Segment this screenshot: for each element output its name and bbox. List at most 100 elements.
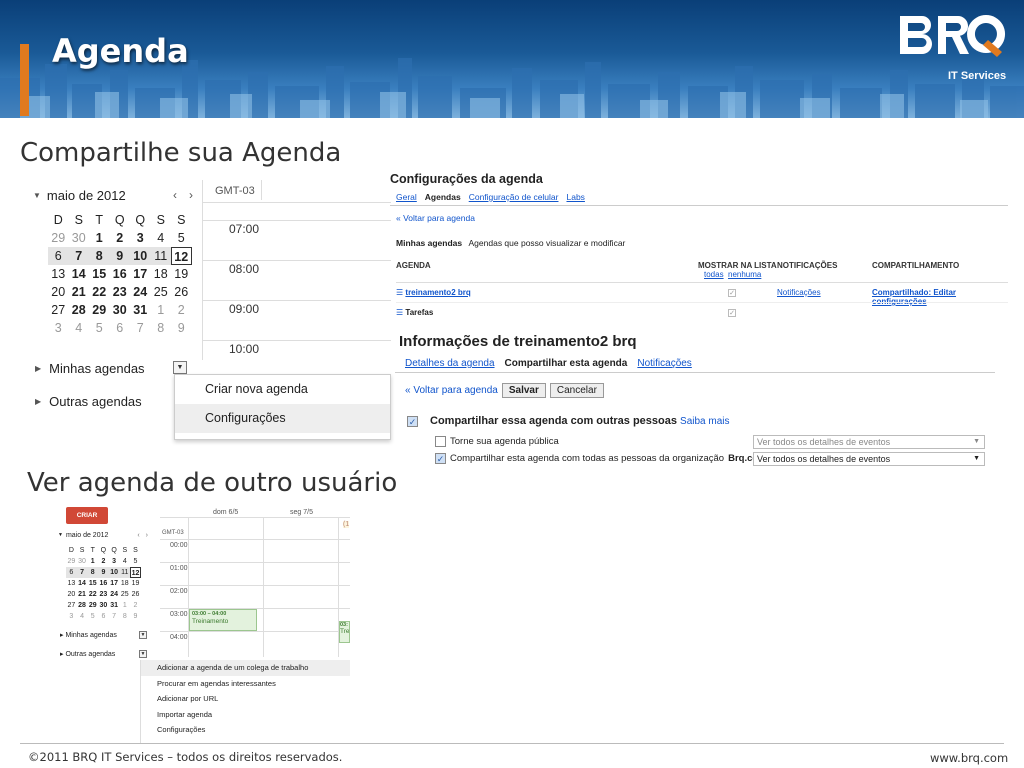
show-none-link[interactable]: nenhuma <box>728 270 761 279</box>
calendar-day[interactable]: 6 <box>66 567 77 578</box>
calendar-day[interactable]: 19 <box>130 578 141 589</box>
public-permission-select[interactable]: Ver todos os detalhes de eventos ▼ <box>753 435 985 449</box>
calendar-day[interactable]: 13 <box>66 578 77 589</box>
calendar-day[interactable]: 24 <box>109 589 120 600</box>
calendar-day[interactable]: 25 <box>151 283 172 301</box>
show-in-list-checkbox[interactable]: ✓ <box>728 309 736 317</box>
hour-row[interactable] <box>203 300 391 301</box>
menu-item-settings[interactable]: Configurações <box>175 404 390 433</box>
tab-labs[interactable]: Labs <box>566 192 584 202</box>
calendar-day[interactable]: 28 <box>77 600 88 611</box>
prev-month-icon[interactable]: ‹ <box>173 188 177 202</box>
calendar-day[interactable]: 19 <box>171 265 192 283</box>
calendar-day[interactable]: 23 <box>110 283 131 301</box>
calendar-day[interactable]: 20 <box>66 589 77 600</box>
next-month-icon[interactable]: › <box>189 188 193 202</box>
share-org-checkbox[interactable]: ✓ <box>435 453 446 464</box>
calendar-day[interactable]: 9 <box>130 611 141 622</box>
show-in-list-checkbox[interactable]: ✓ <box>728 289 736 297</box>
calendar-day[interactable]: 6 <box>48 247 69 265</box>
calendar-day[interactable]: 15 <box>89 265 110 283</box>
calendar-name[interactable]: Tarefas <box>405 308 433 317</box>
menu-item-add-by-url[interactable]: Adicionar por URL <box>141 691 350 707</box>
calendar-day[interactable]: 16 <box>98 578 109 589</box>
calendar-day[interactable]: 8 <box>87 567 99 578</box>
calendar-day[interactable]: 21 <box>77 589 88 600</box>
calendar-day[interactable]: 28 <box>69 301 90 319</box>
show-all-link[interactable]: todas <box>704 270 724 279</box>
collapse-triangle-icon[interactable]: ▼ <box>58 532 63 539</box>
calendar-day[interactable]: 29 <box>66 556 77 567</box>
calendar-day[interactable]: 27 <box>66 600 77 611</box>
notifications-link[interactable]: Notificações <box>777 288 821 297</box>
calendar-day[interactable]: 4 <box>119 556 130 567</box>
calendar-day[interactable]: 1 <box>151 301 172 319</box>
calendar-day[interactable]: 11 <box>119 567 131 578</box>
day-column-header[interactable]: dom 6/5 <box>213 509 238 516</box>
calendar-day[interactable]: 14 <box>69 265 90 283</box>
hour-row[interactable] <box>203 340 391 341</box>
calendar-day[interactable]: 29 <box>87 600 98 611</box>
calendar-day[interactable]: 2 <box>98 556 109 567</box>
collapse-triangle-icon[interactable]: ▼ <box>33 191 41 200</box>
calendar-day[interactable]: 31 <box>109 600 120 611</box>
calendar-day[interactable]: 5 <box>130 556 141 567</box>
calendar-day[interactable]: 2 <box>110 229 131 247</box>
calendar-day[interactable]: 3 <box>109 556 120 567</box>
calendar-day[interactable]: 21 <box>69 283 90 301</box>
calendar-day[interactable]: 7 <box>76 567 88 578</box>
calendar-day[interactable]: 10 <box>130 247 151 265</box>
calendar-day[interactable]: 13 <box>48 265 69 283</box>
calendar-day[interactable]: 15 <box>87 578 98 589</box>
menu-item-settings[interactable]: Configurações <box>141 722 350 738</box>
calendar-day[interactable]: 18 <box>119 578 130 589</box>
sharing-edit-link[interactable]: Compartilhado: Editar configurações <box>872 288 1008 306</box>
calendar-day[interactable]: 1 <box>119 600 130 611</box>
calendar-day[interactable]: 8 <box>89 247 110 265</box>
calendar-day[interactable]: 29 <box>48 229 69 247</box>
sidebar-my-calendars[interactable]: ▸ Minhas agendas <box>60 631 117 639</box>
my-calendars-dropdown-button[interactable]: ▼ <box>139 631 147 639</box>
cancel-button[interactable]: Cancelar <box>549 383 604 398</box>
calendar-day[interactable]: 4 <box>77 611 88 622</box>
calendar-day[interactable]: 26 <box>130 589 141 600</box>
calendar-day[interactable]: 26 <box>171 283 192 301</box>
sidebar-my-calendars[interactable]: ▶ Minhas agendas <box>35 361 145 376</box>
calendar-day[interactable]: 6 <box>110 319 131 337</box>
save-button[interactable]: Salvar <box>501 383 546 398</box>
calendar-event-partial[interactable]: 03: Tre <box>339 621 350 643</box>
calendar-day[interactable]: 23 <box>98 589 109 600</box>
calendar-day[interactable]: 4 <box>151 229 172 247</box>
calendar-day[interactable]: 31 <box>130 301 151 319</box>
calendar-day[interactable]: 9 <box>171 319 192 337</box>
calendar-day[interactable]: 24 <box>130 283 151 301</box>
calendar-day[interactable]: 1 <box>87 556 98 567</box>
calendar-day[interactable]: 11 <box>150 247 171 265</box>
calendar-day[interactable]: 9 <box>109 247 130 265</box>
next-month-icon[interactable]: › <box>146 532 148 539</box>
menu-item-import-calendar[interactable]: Importar agenda <box>141 707 350 723</box>
org-permission-select[interactable]: Ver todos os detalhes de eventos ▼ <box>753 452 985 466</box>
calendar-day[interactable]: 22 <box>87 589 98 600</box>
tab-calendar-details[interactable]: Detalhes da agenda <box>405 358 495 369</box>
day-column-header[interactable]: seg 7/5 <box>290 509 313 516</box>
calendar-day[interactable]: 2 <box>130 600 141 611</box>
calendar-day[interactable]: 9 <box>98 567 109 578</box>
calendar-day[interactable]: 4 <box>69 319 90 337</box>
all-day-row[interactable] <box>203 202 391 203</box>
share-calendar-checkbox[interactable]: ✓ <box>407 415 418 427</box>
hour-row[interactable] <box>203 260 391 261</box>
calendar-day[interactable]: 5 <box>87 611 98 622</box>
create-button[interactable]: CRIAR <box>66 507 108 524</box>
tab-calendars[interactable]: Agendas <box>425 192 461 202</box>
menu-item-add-colleague[interactable]: Adicionar a agenda de um colega de traba… <box>141 660 350 676</box>
calendar-day[interactable]: 8 <box>119 611 130 622</box>
calendar-day[interactable]: 17 <box>109 578 120 589</box>
calendar-day[interactable]: 10 <box>108 567 120 578</box>
back-to-calendar-link[interactable]: « Voltar para agenda <box>405 385 498 396</box>
calendar-day[interactable]: 3 <box>66 611 77 622</box>
sidebar-other-calendars[interactable]: ▶ Outras agendas <box>35 394 142 409</box>
hour-row[interactable] <box>203 220 391 221</box>
calendar-day[interactable]: 30 <box>69 229 90 247</box>
calendar-day[interactable]: 12 <box>171 247 192 265</box>
